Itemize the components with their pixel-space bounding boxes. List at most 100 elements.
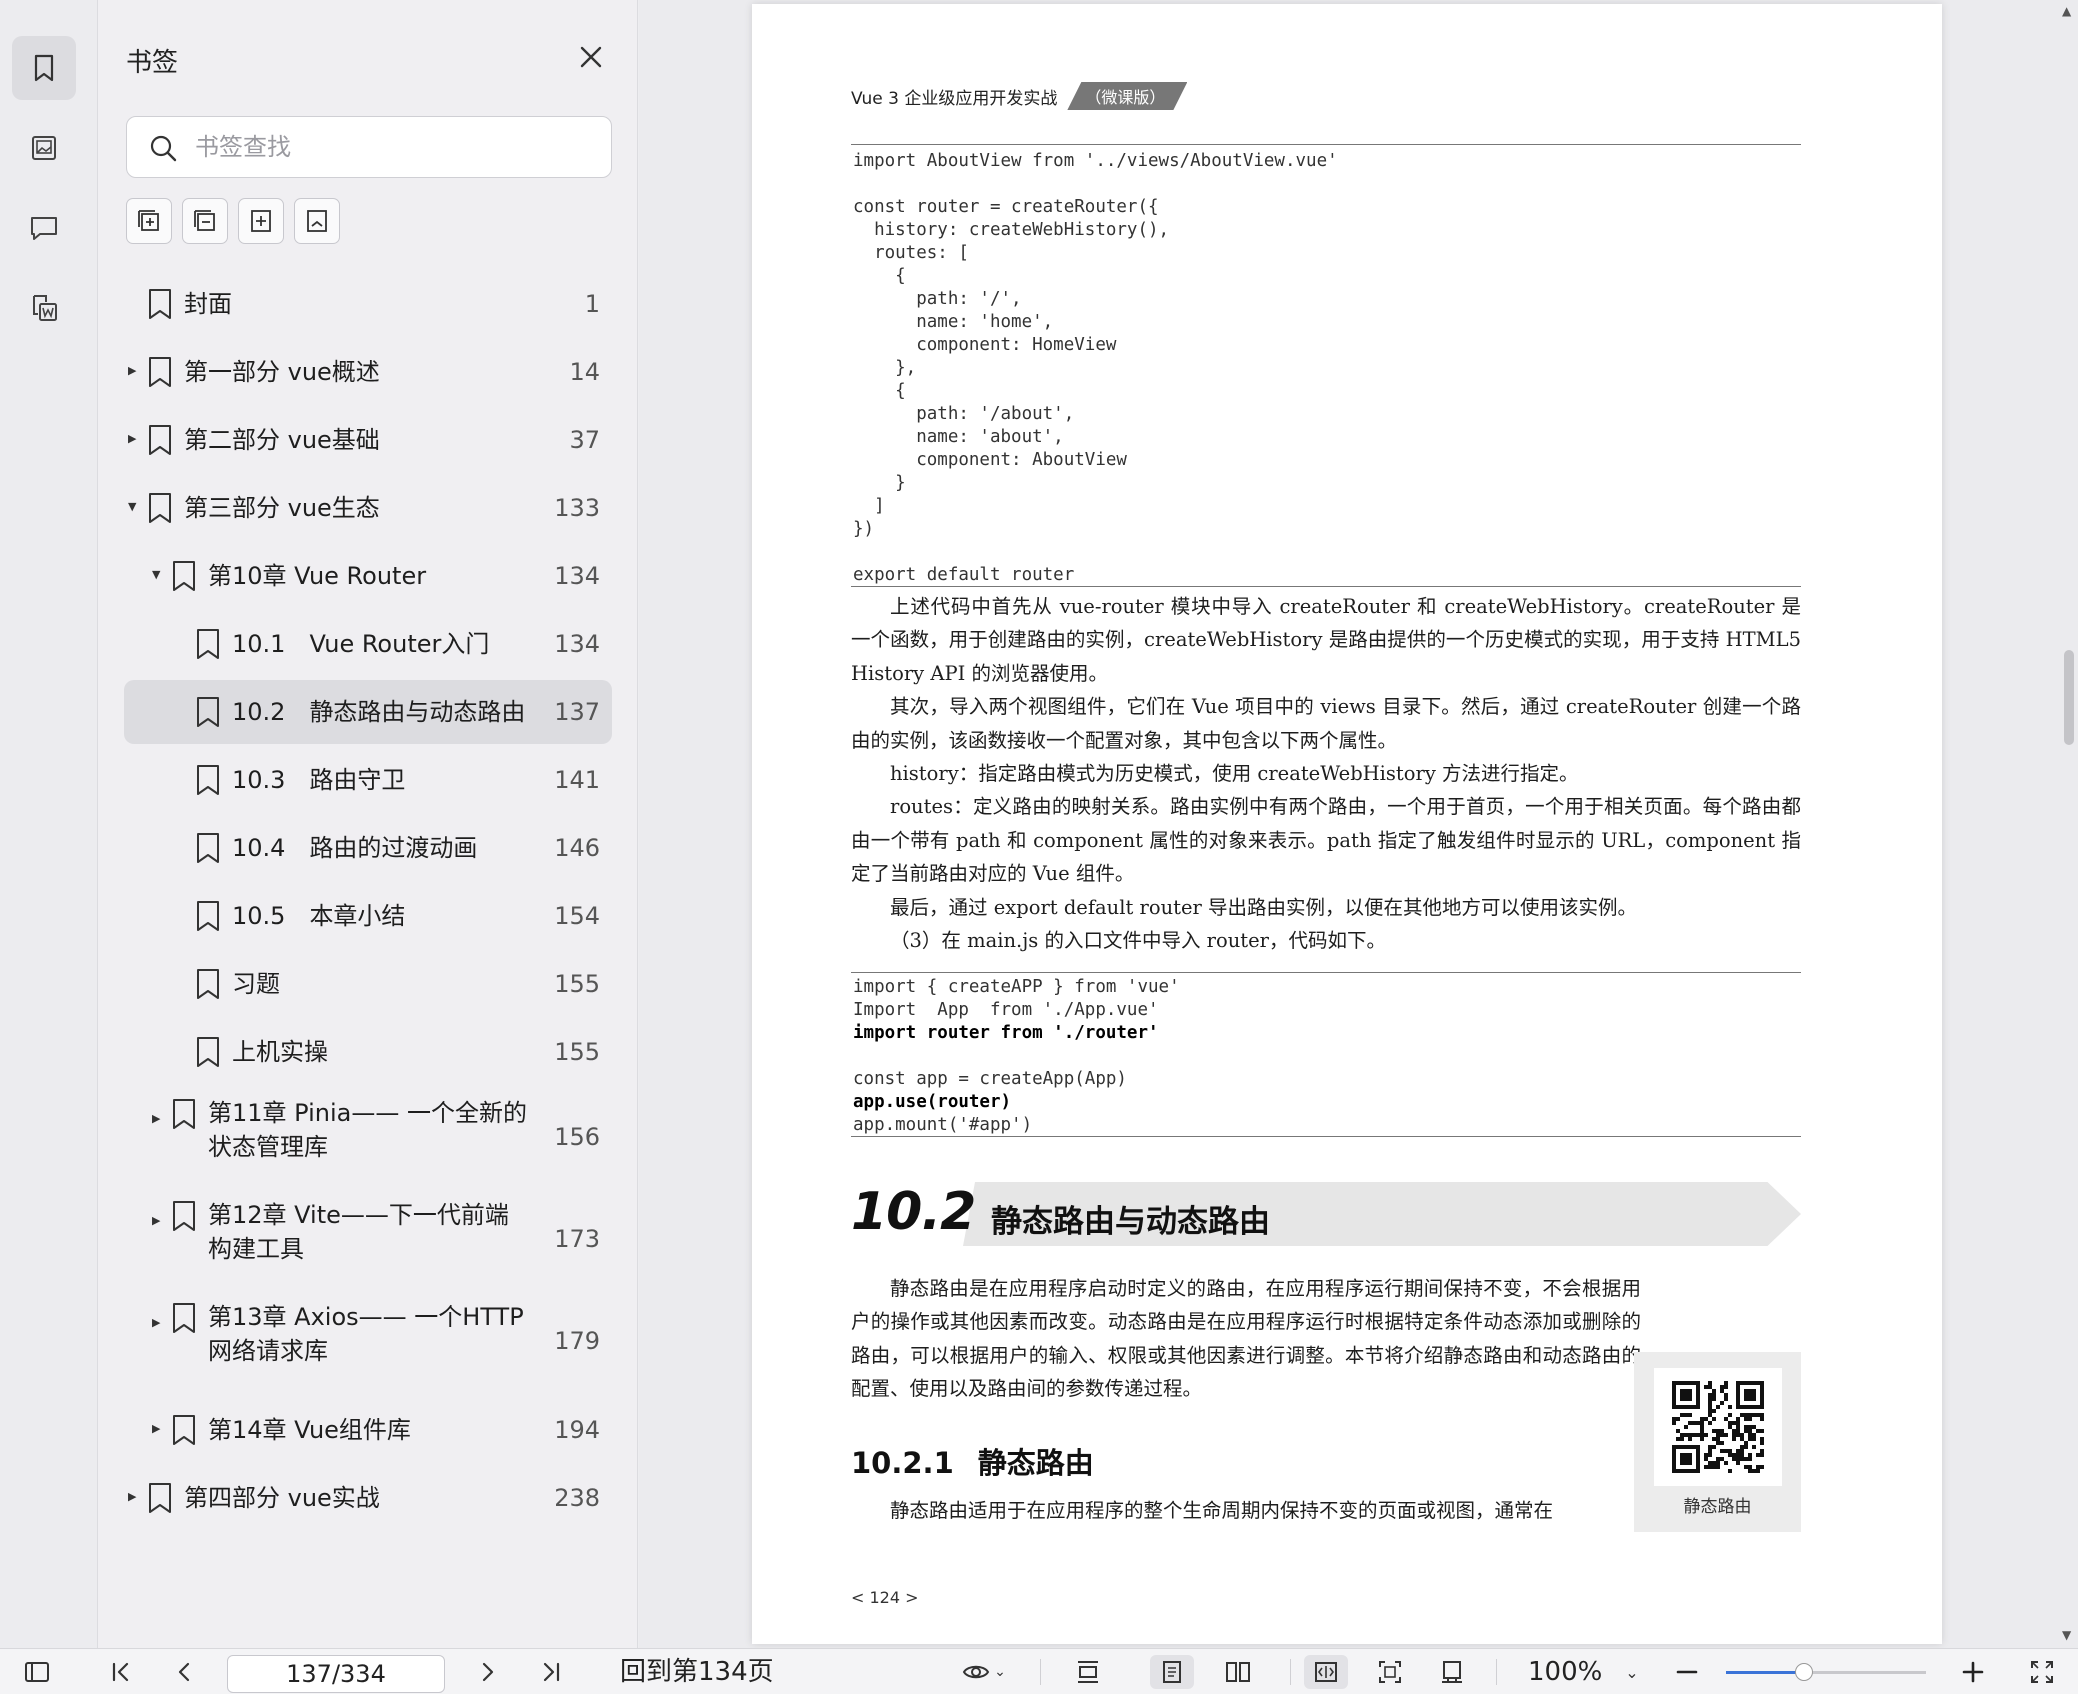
scroll-up-icon[interactable]: ▲ (2062, 4, 2071, 18)
bookmark-panel-button[interactable] (12, 36, 76, 100)
code-line: routes: [ (853, 243, 969, 263)
expand-all-button[interactable] (126, 198, 172, 244)
bookmark-item[interactable]: ▼ 第10章 Vue Router 134 (124, 544, 612, 608)
bookmark-page-number: 146 (554, 834, 600, 862)
double-page-button[interactable] (1216, 1655, 1260, 1689)
bookmark-item[interactable]: ▼ 第三部分 vue生态 133 (124, 476, 612, 540)
bookmark-search-input[interactable] (195, 127, 595, 167)
fullscreen-button[interactable] (2022, 1655, 2062, 1689)
zoom-dropdown-button[interactable]: ⌄ (1620, 1655, 1644, 1689)
toolbar-separator (1040, 1659, 1041, 1685)
toolbar-separator (1496, 1659, 1497, 1685)
subsection-paragraph: 静态路由适用于在应用程序的整个生命周期内保持不变的页面或视图，通常在 (851, 1494, 1641, 1527)
toggle-sidebar-button[interactable] (20, 1655, 54, 1689)
bookmark-icon (194, 696, 222, 728)
code-line: const router = createRouter({ (853, 197, 1159, 217)
bookmark-icon (194, 1036, 222, 1068)
bookmark-item[interactable]: 封面 1 (124, 272, 612, 336)
continuous-scroll-button[interactable] (1066, 1655, 1110, 1689)
subsection-title: 10.2.1 静态路由 (851, 1440, 1094, 1482)
close-icon[interactable] (574, 40, 608, 74)
collapsed-arrow-icon[interactable]: ▶ (128, 364, 142, 378)
bookmark-item[interactable]: ▶ 第14章 Vue组件库 194 (124, 1398, 612, 1462)
bookmark-page-number: 134 (554, 562, 600, 590)
first-page-button[interactable] (104, 1655, 138, 1689)
zoom-slider-knob[interactable] (1795, 1663, 1813, 1681)
bookmark-item[interactable]: ▶ 第四部分 vue实战 238 (124, 1466, 612, 1530)
edition-tag: （微课版） (1067, 82, 1187, 110)
thumbnail-panel-button[interactable] (12, 116, 76, 180)
fit-page-button[interactable] (1368, 1655, 1412, 1689)
bookmark-label: 第四部分 vue实战 (184, 1484, 380, 1512)
rotate-page-button[interactable] (1430, 1655, 1474, 1689)
comment-panel-button[interactable] (12, 196, 76, 260)
back-to-page-link[interactable]: 回到第134页 (620, 1655, 774, 1689)
page-number-input[interactable]: 137/334 (227, 1655, 445, 1693)
bookmark-item[interactable]: 上机实操 155 (124, 1020, 612, 1084)
bookmark-item[interactable]: 10.2 静态路由与动态路由 137 (124, 680, 612, 744)
collapsed-arrow-icon[interactable]: ▶ (152, 1214, 166, 1228)
bookmark-label: 10.3 路由守卫 (232, 766, 406, 794)
collapsed-arrow-icon[interactable]: ▶ (128, 1490, 142, 1504)
bookmark-page-number: 14 (569, 358, 600, 386)
collapsed-arrow-icon[interactable]: ▶ (152, 1316, 166, 1330)
bookmark-item[interactable]: 10.4 路由的过渡动画 146 (124, 816, 612, 880)
next-page-button[interactable] (470, 1655, 504, 1689)
last-page-button[interactable] (534, 1655, 568, 1689)
bookmark-item[interactable]: 10.3 路由守卫 141 (124, 748, 612, 812)
bookmark-page-number: 179 (554, 1327, 600, 1355)
bookmark-label: 上机实操 (232, 1038, 328, 1066)
bookmark-icon (170, 1098, 198, 1130)
vertical-scrollbar[interactable]: ▲ ▼ (2056, 0, 2078, 1648)
bookmark-search-box[interactable] (126, 116, 612, 178)
previous-page-button[interactable] (168, 1655, 202, 1689)
code-line: import AboutView from '../views/AboutVie… (853, 151, 1338, 171)
read-mode-button[interactable]: ⌄ (956, 1655, 1012, 1689)
expanded-arrow-icon[interactable]: ▼ (152, 568, 166, 582)
bookmark-page-number: 155 (554, 1038, 600, 1066)
zoom-in-button[interactable] (1956, 1655, 1990, 1689)
zoom-out-button[interactable] (1670, 1655, 1704, 1689)
bookmark-item[interactable]: ▶ 第11章 Pinia—— 一个全新的状态管理库 156 (124, 1092, 612, 1182)
single-page-icon (1163, 1661, 1181, 1683)
add-bookmark-button[interactable] (238, 198, 284, 244)
fit-width-button[interactable] (1304, 1655, 1348, 1689)
bookmark-label: 封面 (184, 290, 232, 318)
bookmark-item[interactable]: ▶ 第二部分 vue基础 37 (124, 408, 612, 472)
expanded-arrow-icon[interactable]: ▼ (128, 500, 142, 514)
bookmark-outline-button[interactable] (294, 198, 340, 244)
bookmark-outline-icon (307, 210, 327, 232)
image-icon (32, 136, 56, 160)
bookmark-icon (194, 628, 222, 660)
document-viewer[interactable]: Vue 3 企业级应用开发实战 （微课版） import AboutView f… (639, 0, 2078, 1648)
bookmark-page-number: 134 (554, 630, 600, 658)
single-page-button[interactable] (1150, 1655, 1194, 1689)
body-paragraph: 最后，通过 export default router 导出路由实例，以便在其他… (890, 895, 1638, 919)
scroll-thumb[interactable] (2064, 650, 2074, 745)
bookmark-item[interactable]: 10.1 Vue Router入门 134 (124, 612, 612, 676)
zoom-slider[interactable] (1726, 1663, 1926, 1681)
bookmark-label: 第11章 Pinia—— 一个全新的状态管理库 (208, 1099, 527, 1161)
code-line: { (853, 381, 906, 401)
chevron-left-icon (178, 1662, 190, 1682)
code-line: path: '/', (853, 289, 1022, 309)
zoom-level[interactable]: 100% (1528, 1655, 1602, 1689)
code-block-router: import AboutView from '../views/AboutVie… (853, 150, 1338, 587)
collapsed-arrow-icon[interactable]: ▶ (152, 1112, 166, 1126)
bookmark-item[interactable]: ▶ 第一部分 vue概述 14 (124, 340, 612, 404)
bookmark-label: 10.2 静态路由与动态路由 (232, 698, 526, 726)
collapse-all-button[interactable] (182, 198, 228, 244)
scroll-down-icon[interactable]: ▼ (2062, 1628, 2071, 1642)
collapsed-arrow-icon[interactable]: ▶ (128, 432, 142, 446)
collapsed-arrow-icon[interactable]: ▶ (152, 1422, 166, 1436)
bookmark-item[interactable]: ▶ 第12章 Vite——下一代前端构建工具 173 (124, 1194, 612, 1284)
code-rule-top-2 (851, 972, 1801, 973)
subsection-label: 静态路由 (977, 1446, 1094, 1480)
bookmark-item[interactable]: ▶ 第13章 Axios—— 一个HTTP网络请求库 179 (124, 1296, 612, 1386)
bookmark-item[interactable]: 10.5 本章小结 154 (124, 884, 612, 948)
toolbar-separator (1290, 1659, 1291, 1685)
bookmark-item[interactable]: 习题 155 (124, 952, 612, 1016)
convert-word-button[interactable] (12, 276, 76, 340)
body-paragraphs: 上述代码中首先从 vue-router 模块中导入 createRouter 和… (851, 590, 1801, 957)
